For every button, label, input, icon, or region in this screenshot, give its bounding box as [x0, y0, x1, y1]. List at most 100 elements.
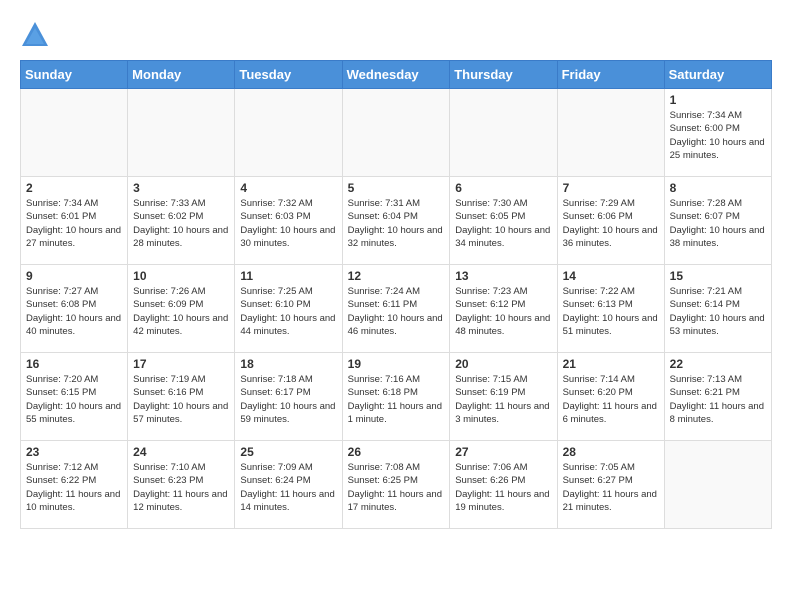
calendar-cell: [557, 89, 664, 177]
day-number: 16: [26, 357, 122, 371]
logo: [20, 20, 54, 50]
calendar-cell: [664, 441, 771, 529]
week-row: 16 Sunrise: 7:20 AM Sunset: 6:15 PM Dayli…: [21, 353, 772, 441]
calendar-cell: 10 Sunrise: 7:26 AM Sunset: 6:09 PM Dayli…: [128, 265, 235, 353]
week-row: 2 Sunrise: 7:34 AM Sunset: 6:01 PM Daylig…: [21, 177, 772, 265]
day-number: 8: [670, 181, 766, 195]
week-row: 9 Sunrise: 7:27 AM Sunset: 6:08 PM Daylig…: [21, 265, 772, 353]
day-info: Sunrise: 7:33 AM Sunset: 6:02 PM Dayligh…: [133, 197, 229, 250]
calendar-cell: 28 Sunrise: 7:05 AM Sunset: 6:27 PM Dayli…: [557, 441, 664, 529]
day-number: 24: [133, 445, 229, 459]
day-info: Sunrise: 7:20 AM Sunset: 6:15 PM Dayligh…: [26, 373, 122, 426]
day-info: Sunrise: 7:19 AM Sunset: 6:16 PM Dayligh…: [133, 373, 229, 426]
calendar-cell: [342, 89, 450, 177]
day-number: 19: [348, 357, 445, 371]
calendar-cell: 25 Sunrise: 7:09 AM Sunset: 6:24 PM Dayli…: [235, 441, 342, 529]
day-number: 9: [26, 269, 122, 283]
day-number: 14: [563, 269, 659, 283]
day-info: Sunrise: 7:14 AM Sunset: 6:20 PM Dayligh…: [563, 373, 659, 426]
calendar-cell: 24 Sunrise: 7:10 AM Sunset: 6:23 PM Dayli…: [128, 441, 235, 529]
day-info: Sunrise: 7:26 AM Sunset: 6:09 PM Dayligh…: [133, 285, 229, 338]
calendar-cell: [235, 89, 342, 177]
day-info: Sunrise: 7:32 AM Sunset: 6:03 PM Dayligh…: [240, 197, 336, 250]
calendar-cell: 12Sunrise: 7:24 AM Sunset: 6:11 PM Dayli…: [342, 265, 450, 353]
day-info: Sunrise: 7:18 AM Sunset: 6:17 PM Dayligh…: [240, 373, 336, 426]
calendar-cell: 26 Sunrise: 7:08 AM Sunset: 6:25 PM Dayli…: [342, 441, 450, 529]
weekday-header: Wednesday: [342, 61, 450, 89]
calendar-cell: 4 Sunrise: 7:32 AM Sunset: 6:03 PM Daylig…: [235, 177, 342, 265]
weekday-header: Friday: [557, 61, 664, 89]
day-info: Sunrise: 7:25 AM Sunset: 6:10 PM Dayligh…: [240, 285, 336, 338]
calendar-cell: 9 Sunrise: 7:27 AM Sunset: 6:08 PM Daylig…: [21, 265, 128, 353]
day-number: 25: [240, 445, 336, 459]
day-info: Sunrise: 7:28 AM Sunset: 6:07 PM Dayligh…: [670, 197, 766, 250]
day-number: 20: [455, 357, 551, 371]
day-number: 26: [348, 445, 445, 459]
weekday-header: Saturday: [664, 61, 771, 89]
calendar-cell: 17 Sunrise: 7:19 AM Sunset: 6:16 PM Dayli…: [128, 353, 235, 441]
day-info: Sunrise: 7:05 AM Sunset: 6:27 PM Dayligh…: [563, 461, 659, 514]
day-info: Sunrise: 7:21 AM Sunset: 6:14 PM Dayligh…: [670, 285, 766, 338]
day-number: 5: [348, 181, 445, 195]
day-info: Sunrise: 7:22 AM Sunset: 6:13 PM Dayligh…: [563, 285, 659, 338]
day-number: 6: [455, 181, 551, 195]
day-number: 17: [133, 357, 229, 371]
calendar-cell: 14 Sunrise: 7:22 AM Sunset: 6:13 PM Dayli…: [557, 265, 664, 353]
calendar-cell: 15 Sunrise: 7:21 AM Sunset: 6:14 PM Dayli…: [664, 265, 771, 353]
day-info: Sunrise: 7:12 AM Sunset: 6:22 PM Dayligh…: [26, 461, 122, 514]
day-info: Sunrise: 7:16 AM Sunset: 6:18 PM Dayligh…: [348, 373, 445, 426]
day-info: Sunrise: 7:09 AM Sunset: 6:24 PM Dayligh…: [240, 461, 336, 514]
day-number: 27: [455, 445, 551, 459]
day-number: 22: [670, 357, 766, 371]
day-number: 21: [563, 357, 659, 371]
day-info: Sunrise: 7:29 AM Sunset: 6:06 PM Dayligh…: [563, 197, 659, 250]
weekday-header: Thursday: [450, 61, 557, 89]
calendar-cell: 18Sunrise: 7:18 AM Sunset: 6:17 PM Dayli…: [235, 353, 342, 441]
day-info: Sunrise: 7:30 AM Sunset: 6:05 PM Dayligh…: [455, 197, 551, 250]
calendar-cell: 6 Sunrise: 7:30 AM Sunset: 6:05 PM Daylig…: [450, 177, 557, 265]
day-number: 1: [670, 93, 766, 107]
calendar-cell: [21, 89, 128, 177]
day-number: 15: [670, 269, 766, 283]
calendar-cell: 1 Sunrise: 7:34 AM Sunset: 6:00 PM Daylig…: [664, 89, 771, 177]
day-number: 10: [133, 269, 229, 283]
day-info: Sunrise: 7:34 AM Sunset: 6:00 PM Dayligh…: [670, 109, 766, 162]
calendar-cell: 19 Sunrise: 7:16 AM Sunset: 6:18 PM Dayli…: [342, 353, 450, 441]
calendar-cell: 7 Sunrise: 7:29 AM Sunset: 6:06 PM Daylig…: [557, 177, 664, 265]
calendar-table: SundayMondayTuesdayWednesdayThursdayFrid…: [20, 60, 772, 529]
day-info: Sunrise: 7:08 AM Sunset: 6:25 PM Dayligh…: [348, 461, 445, 514]
day-number: 3: [133, 181, 229, 195]
calendar-cell: 16 Sunrise: 7:20 AM Sunset: 6:15 PM Dayli…: [21, 353, 128, 441]
day-info: Sunrise: 7:13 AM Sunset: 6:21 PM Dayligh…: [670, 373, 766, 426]
day-info: Sunrise: 7:06 AM Sunset: 6:26 PM Dayligh…: [455, 461, 551, 514]
day-info: Sunrise: 7:34 AM Sunset: 6:01 PM Dayligh…: [26, 197, 122, 250]
day-info: Sunrise: 7:31 AM Sunset: 6:04 PM Dayligh…: [348, 197, 445, 250]
day-info: Sunrise: 7:10 AM Sunset: 6:23 PM Dayligh…: [133, 461, 229, 514]
calendar-cell: 27 Sunrise: 7:06 AM Sunset: 6:26 PM Dayli…: [450, 441, 557, 529]
calendar-cell: 21 Sunrise: 7:14 AM Sunset: 6:20 PM Dayli…: [557, 353, 664, 441]
calendar-header-row: SundayMondayTuesdayWednesdayThursdayFrid…: [21, 61, 772, 89]
day-info: Sunrise: 7:15 AM Sunset: 6:19 PM Dayligh…: [455, 373, 551, 426]
day-number: 4: [240, 181, 336, 195]
calendar-cell: 22 Sunrise: 7:13 AM Sunset: 6:21 PM Dayli…: [664, 353, 771, 441]
calendar-cell: [128, 89, 235, 177]
day-info: Sunrise: 7:27 AM Sunset: 6:08 PM Dayligh…: [26, 285, 122, 338]
calendar-cell: 5 Sunrise: 7:31 AM Sunset: 6:04 PM Daylig…: [342, 177, 450, 265]
day-info: Sunrise: 7:24 AM Sunset: 6:11 PM Dayligh…: [348, 285, 445, 338]
day-info: Sunrise: 7:23 AM Sunset: 6:12 PM Dayligh…: [455, 285, 551, 338]
calendar-cell: 23Sunrise: 7:12 AM Sunset: 6:22 PM Dayli…: [21, 441, 128, 529]
day-number: 28: [563, 445, 659, 459]
week-row: 23Sunrise: 7:12 AM Sunset: 6:22 PM Dayli…: [21, 441, 772, 529]
weekday-header: Tuesday: [235, 61, 342, 89]
calendar-cell: 2 Sunrise: 7:34 AM Sunset: 6:01 PM Daylig…: [21, 177, 128, 265]
weekday-header: Monday: [128, 61, 235, 89]
calendar-cell: 20 Sunrise: 7:15 AM Sunset: 6:19 PM Dayli…: [450, 353, 557, 441]
page-header: [20, 20, 772, 50]
calendar-cell: [450, 89, 557, 177]
calendar-cell: 3 Sunrise: 7:33 AM Sunset: 6:02 PM Daylig…: [128, 177, 235, 265]
weekday-header: Sunday: [21, 61, 128, 89]
calendar-cell: 11Sunrise: 7:25 AM Sunset: 6:10 PM Dayli…: [235, 265, 342, 353]
calendar-cell: 13Sunrise: 7:23 AM Sunset: 6:12 PM Dayli…: [450, 265, 557, 353]
day-number: 2: [26, 181, 122, 195]
day-number: 7: [563, 181, 659, 195]
